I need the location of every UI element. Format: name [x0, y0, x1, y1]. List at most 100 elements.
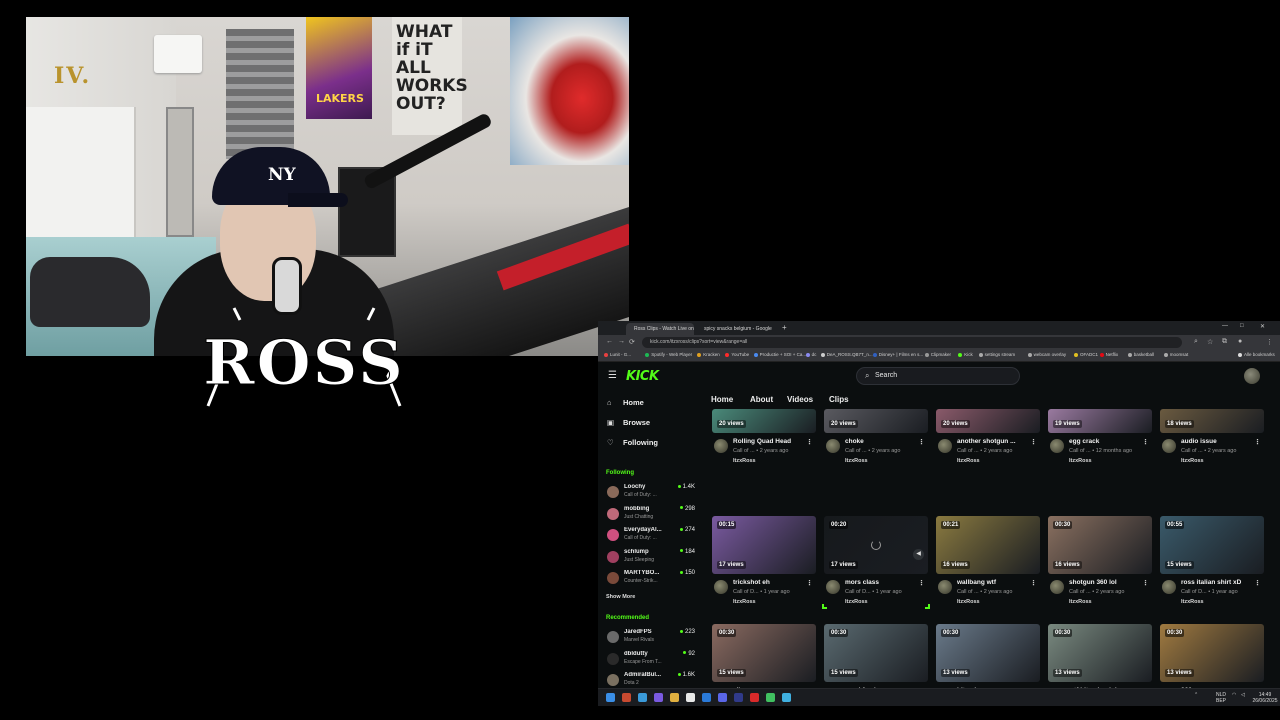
clip-title[interactable]: choke — [845, 438, 915, 445]
clip-thumbnail[interactable]: 20 views — [712, 409, 816, 433]
clip-thumbnail[interactable]: 20 views — [936, 409, 1040, 433]
clip-title[interactable]: Rolling Quad Head — [733, 438, 803, 445]
hamburger-menu-icon[interactable]: ☰ — [608, 371, 617, 381]
app-icon[interactable] — [638, 693, 647, 702]
app-icon[interactable] — [654, 693, 663, 702]
more-options-icon[interactable]: ⋮ — [1254, 438, 1261, 446]
show-more-button[interactable]: Show More — [606, 594, 635, 600]
clip-card[interactable]: 20 views another shotgun ... Call of ... •… — [936, 409, 1040, 513]
kick-logo[interactable]: KICK — [626, 369, 659, 384]
app-icon[interactable] — [766, 693, 775, 702]
tab-clips[interactable]: Clips — [829, 395, 849, 404]
bookmark-item[interactable]: OFADC1 — [1074, 352, 1098, 357]
app-icon[interactable] — [734, 693, 743, 702]
close-icon[interactable]: ✕ — [1260, 323, 1265, 330]
bookmark-item[interactable]: webcam overlay — [1027, 352, 1066, 357]
clip-author[interactable]: ItzxRoss — [733, 458, 756, 464]
clip-thumbnail[interactable]: 19 views — [1048, 409, 1152, 433]
forward-icon[interactable]: → — [618, 338, 625, 345]
clip-title[interactable]: wallbang wtf — [957, 579, 1027, 586]
tab-home[interactable]: Home — [711, 395, 733, 404]
url-input[interactable]: kick.com/itzxross/clips?sort=view&range=… — [642, 337, 1182, 348]
more-options-icon[interactable]: ⋮ — [1030, 438, 1037, 446]
start-icon[interactable] — [606, 693, 615, 702]
bookmark-item[interactable]: YouTube — [725, 352, 749, 357]
bookmark-item[interactable]: Netflix — [1099, 352, 1118, 357]
clip-author[interactable]: ItzxRoss — [845, 458, 868, 464]
app-icon[interactable] — [702, 693, 711, 702]
bookmark-item[interactable]: Productie + SOI + Ca... — [753, 352, 806, 357]
back-icon[interactable]: ← — [606, 338, 613, 345]
bookmark-item[interactable]: Kracken — [697, 352, 720, 357]
sidebar-channel[interactable]: JaredFPS Marvel Rivals 223 — [607, 629, 695, 649]
more-options-icon[interactable]: ⋮ — [1254, 579, 1261, 587]
clip-thumbnail[interactable]: 00:21 16 views — [936, 516, 1040, 574]
clip-thumbnail[interactable]: 00:30 13 views — [936, 624, 1040, 682]
reload-icon[interactable]: ⟳ — [629, 338, 635, 346]
zoom-icon[interactable]: ⌕ — [1194, 338, 1198, 346]
more-options-icon[interactable]: ⋮ — [806, 579, 813, 587]
sidebar-item-home[interactable]: ⌂ Home — [607, 398, 644, 407]
bookmark-item[interactable]: Alle bookmarks — [1238, 352, 1275, 357]
avatar[interactable] — [1050, 439, 1064, 453]
avatar[interactable] — [714, 439, 728, 453]
clip-card[interactable]: 00:55 15 views ross italian shirt xD Call o… — [1160, 516, 1264, 620]
new-tab-icon[interactable]: + — [782, 323, 787, 332]
bookmark-item[interactable]: settings stream — [978, 352, 1015, 357]
bookmark-star-icon[interactable]: ☆ — [1207, 338, 1213, 346]
clip-title[interactable]: trickshot eh — [733, 579, 803, 586]
volume-icon[interactable]: ◁ — [1241, 692, 1245, 698]
clip-author[interactable]: ItzxRoss — [1181, 458, 1204, 464]
sidebar-channel[interactable]: schlump Just Sleeping 184 — [607, 549, 695, 569]
more-options-icon[interactable]: ⋮ — [1030, 579, 1037, 587]
clip-thumbnail[interactable]: 00:15 17 views — [712, 516, 816, 574]
clip-author[interactable]: ItzxRoss — [1069, 599, 1092, 605]
avatar[interactable] — [938, 439, 952, 453]
clip-author[interactable]: ItzxRoss — [957, 599, 980, 605]
avatar[interactable] — [714, 580, 728, 594]
clip-author[interactable]: ItzxRoss — [957, 458, 980, 464]
extensions-icon[interactable]: ⧉ — [1222, 338, 1227, 346]
sidebar-channel[interactable]: EverydayAl... Call of Duty: ... 274 — [607, 527, 695, 547]
clip-title[interactable]: shotgun 360 lol — [1069, 579, 1139, 586]
browser-tab-kick[interactable]: Ross Clips - Watch Live on — [626, 323, 694, 335]
clip-card[interactable]: 00:15 17 views trickshot eh Call of D... • … — [712, 516, 816, 620]
bookmark-item[interactable]: Kick — [958, 352, 973, 357]
chrome-icon[interactable] — [686, 693, 695, 702]
clip-title[interactable]: egg crack — [1069, 438, 1139, 445]
mute-icon[interactable]: ◀ — [913, 549, 924, 560]
clip-thumbnail[interactable]: 00:30 15 views — [712, 624, 816, 682]
profile-icon[interactable]: ● — [1238, 338, 1242, 345]
clip-thumbnail[interactable]: 18 views — [1160, 409, 1264, 433]
bookmark-item[interactable]: Disney+ | Films en s... — [872, 352, 923, 357]
more-options-icon[interactable]: ⋮ — [918, 579, 925, 587]
clip-thumbnail[interactable]: 00:55 15 views — [1160, 516, 1264, 574]
clock[interactable]: 14:49 26/06/2025 — [1252, 692, 1278, 704]
clip-thumbnail[interactable]: 00:30 13 views — [1048, 624, 1152, 682]
clip-thumbnail[interactable]: 00:30 16 views — [1048, 516, 1152, 574]
discord-icon[interactable] — [718, 693, 727, 702]
clip-card[interactable]: 20 views Rolling Quad Head Call of ... • 2… — [712, 409, 816, 513]
clip-author[interactable]: ItzxRoss — [1181, 599, 1204, 605]
app-icon[interactable] — [750, 693, 759, 702]
clip-thumbnail[interactable]: 00:20 17 views ◀ — [824, 516, 928, 574]
bookmark-item[interactable]: dc — [805, 352, 816, 357]
bookmark-item[interactable]: moomsat — [1163, 352, 1188, 357]
sidebar-channel[interactable]: dbldutty Escape From T... 92 — [607, 651, 695, 671]
clip-card[interactable]: 18 views audio issue Call of ... • 2 years… — [1160, 409, 1264, 513]
more-options-icon[interactable]: ⋮ — [1142, 438, 1149, 446]
tray-chevron-icon[interactable]: ⌃ — [1194, 692, 1198, 698]
clip-thumbnail[interactable]: 20 views — [824, 409, 928, 433]
clip-card[interactable]: 00:20 17 views ◀ mors class Call of D... • 1… — [822, 516, 930, 620]
tab-videos[interactable]: Videos — [787, 395, 813, 404]
clip-author[interactable]: ItzxRoss — [1069, 458, 1092, 464]
minimize-icon[interactable]: — — [1222, 323, 1228, 329]
bookmark-item[interactable]: Clipmaker — [924, 352, 951, 357]
clip-thumbnail[interactable]: 00:30 13 views — [1160, 624, 1264, 682]
sidebar-channel[interactable]: mobbing Just Chatting 298 — [607, 506, 695, 526]
clip-title[interactable]: audio issue — [1181, 438, 1251, 445]
more-options-icon[interactable]: ⋮ — [918, 438, 925, 446]
bookmark-item[interactable]: Lunit - G... — [604, 352, 631, 357]
browser-tab-google[interactable]: spicy snacks belgium - Google — [696, 323, 780, 335]
more-options-icon[interactable]: ⋮ — [1142, 579, 1149, 587]
